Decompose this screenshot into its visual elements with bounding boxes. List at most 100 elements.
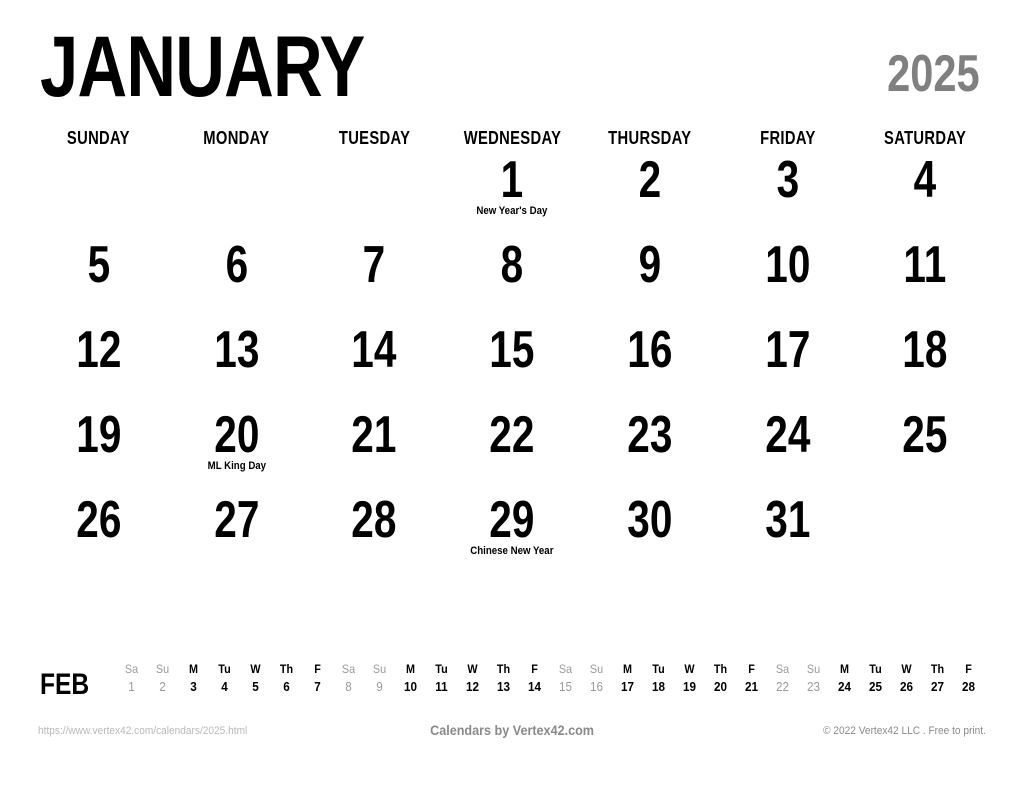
day-number: 12 — [76, 321, 122, 379]
mini-day-weekday: Su — [589, 662, 604, 676]
calendar-day-cell[interactable]: 29 Chinese New Year — [443, 492, 581, 577]
mini-day-weekday: W — [467, 662, 478, 676]
day-number: 31 — [764, 491, 811, 549]
mini-day-number: 28 — [961, 679, 976, 694]
calendar-day-empty — [856, 492, 994, 577]
calendar-day-cell[interactable]: 22 — [443, 407, 581, 492]
mini-day-number: 17 — [620, 679, 635, 694]
mini-day-weekday: W — [901, 662, 912, 676]
mini-day-weekday: Su — [372, 662, 387, 676]
calendar-day-cell[interactable]: 20 ML King Day — [168, 407, 306, 492]
calendar-day-cell[interactable]: 1 New Year's Day — [443, 152, 581, 237]
mini-day-number: 19 — [682, 679, 697, 694]
calendar-day-cell[interactable]: 3 — [719, 152, 857, 237]
weekday-header-friday: FRIDAY — [719, 128, 857, 149]
calendar-day-cell[interactable]: 10 — [719, 237, 857, 322]
calendar-day-cell[interactable]: 26 — [30, 492, 168, 577]
mini-day-number: 7 — [314, 679, 321, 694]
day-number: 5 — [87, 236, 111, 294]
calendar-day-cell[interactable]: 13 — [168, 322, 306, 407]
mini-day-weekday: F — [748, 662, 755, 676]
mini-day-cell: M 10 — [395, 662, 426, 694]
mini-day-cell: F 28 — [953, 662, 984, 694]
mini-day-weekday: Sa — [558, 662, 573, 676]
calendar-day-cell[interactable]: 17 — [719, 322, 857, 407]
mini-day-number: 5 — [252, 679, 259, 694]
mini-day-cell: Su 23 — [798, 662, 829, 694]
calendar-day-cell[interactable]: 12 — [30, 322, 168, 407]
calendar-week-row: 5 6 7 8 9 10 11 — [30, 237, 994, 322]
calendar-day-cell[interactable]: 19 — [30, 407, 168, 492]
day-number: 21 — [351, 406, 397, 464]
calendar-day-empty — [305, 152, 443, 237]
mini-day-cell: Th 6 — [271, 662, 302, 694]
day-number: 6 — [225, 236, 248, 294]
calendar-week-row: 26 27 28 29 Chinese New Year 30 31 — [30, 492, 994, 577]
mini-day-number: 27 — [930, 679, 945, 694]
day-number: 25 — [902, 406, 948, 464]
weekday-header-label: THURSDAY — [608, 128, 692, 148]
mini-day-cell: Sa 15 — [550, 662, 581, 694]
mini-day-weekday: Tu — [218, 662, 231, 676]
day-number: 29 — [489, 491, 535, 549]
mini-day-cell: Sa 1 — [116, 662, 147, 694]
mini-day-number: 2 — [159, 679, 166, 694]
calendar-day-cell[interactable]: 14 — [305, 322, 443, 407]
weekday-header-label: SUNDAY — [67, 128, 131, 148]
mini-day-number: 8 — [345, 679, 352, 694]
mini-day-weekday: M — [189, 662, 198, 676]
day-number: 14 — [351, 321, 397, 379]
mini-day-number: 23 — [806, 679, 821, 694]
mini-day-weekday: M — [406, 662, 415, 676]
calendar-day-empty — [168, 152, 306, 237]
mini-day-cell: Sa 8 — [333, 662, 364, 694]
mini-day-number: 13 — [496, 679, 511, 694]
calendar-day-cell[interactable]: 16 — [581, 322, 719, 407]
mini-day-cell: Sa 22 — [767, 662, 798, 694]
weekday-header-tuesday: TUESDAY — [305, 128, 443, 149]
calendar-day-cell[interactable]: 25 — [856, 407, 994, 492]
mini-day-cell: M 17 — [612, 662, 643, 694]
mini-day-number: 22 — [775, 679, 790, 694]
mini-day-cell: Su 16 — [581, 662, 612, 694]
calendar-day-cell[interactable]: 7 — [305, 237, 443, 322]
calendar-day-cell[interactable]: 31 — [719, 492, 857, 577]
mini-day-cell: W 19 — [674, 662, 705, 694]
weekday-header-label: WEDNESDAY — [463, 128, 561, 148]
day-holiday-note: Chinese New Year — [470, 545, 554, 557]
calendar-day-cell[interactable]: 21 — [305, 407, 443, 492]
calendar-day-cell[interactable]: 4 — [856, 152, 994, 237]
calendar-day-cell[interactable]: 27 — [168, 492, 306, 577]
mini-day-weekday: Sa — [124, 662, 139, 676]
mini-day-number: 25 — [868, 679, 883, 694]
day-number: 24 — [764, 406, 811, 464]
february-mini-calendar: FEB Sa 1 Su 2 M 3 Tu 4 W 5 Th 6 F 7 Sa 8 Su 9 M 10 Tu 11 W 12 Th… — [40, 662, 984, 708]
mini-day-weekday: M — [840, 662, 849, 676]
mini-day-cell: F7 — [302, 662, 333, 694]
mini-day-cell: Su 9 — [364, 662, 395, 694]
calendar-day-cell[interactable]: 30 — [581, 492, 719, 577]
calendar-day-cell[interactable]: 8 — [443, 237, 581, 322]
day-number: 30 — [627, 491, 673, 549]
weekday-header-wednesday: WEDNESDAY — [443, 128, 581, 149]
month-title: JANUARY — [40, 19, 365, 115]
calendar-day-cell[interactable]: 18 — [856, 322, 994, 407]
mini-day-weekday: Su — [155, 662, 170, 676]
mini-day-weekday: Tu — [869, 662, 882, 676]
calendar-day-cell[interactable]: 15 — [443, 322, 581, 407]
mini-day-number: 6 — [283, 679, 290, 694]
calendar-day-cell[interactable]: 24 — [719, 407, 857, 492]
calendar-day-cell[interactable]: 2 — [581, 152, 719, 237]
calendar-day-cell[interactable]: 5 — [30, 237, 168, 322]
mini-day-weekday: Th — [279, 662, 294, 676]
calendar-day-cell[interactable]: 11 — [856, 237, 994, 322]
mini-day-weekday: Th — [713, 662, 728, 676]
day-number: 15 — [489, 321, 535, 379]
calendar-day-cell[interactable]: 9 — [581, 237, 719, 322]
calendar-day-cell[interactable]: 23 — [581, 407, 719, 492]
day-number: 9 — [638, 236, 662, 294]
calendar-day-cell[interactable]: 6 — [168, 237, 306, 322]
mini-day-weekday: Th — [496, 662, 511, 676]
calendar-day-cell[interactable]: 28 — [305, 492, 443, 577]
mini-day-cell: Tu 11 — [426, 662, 457, 694]
